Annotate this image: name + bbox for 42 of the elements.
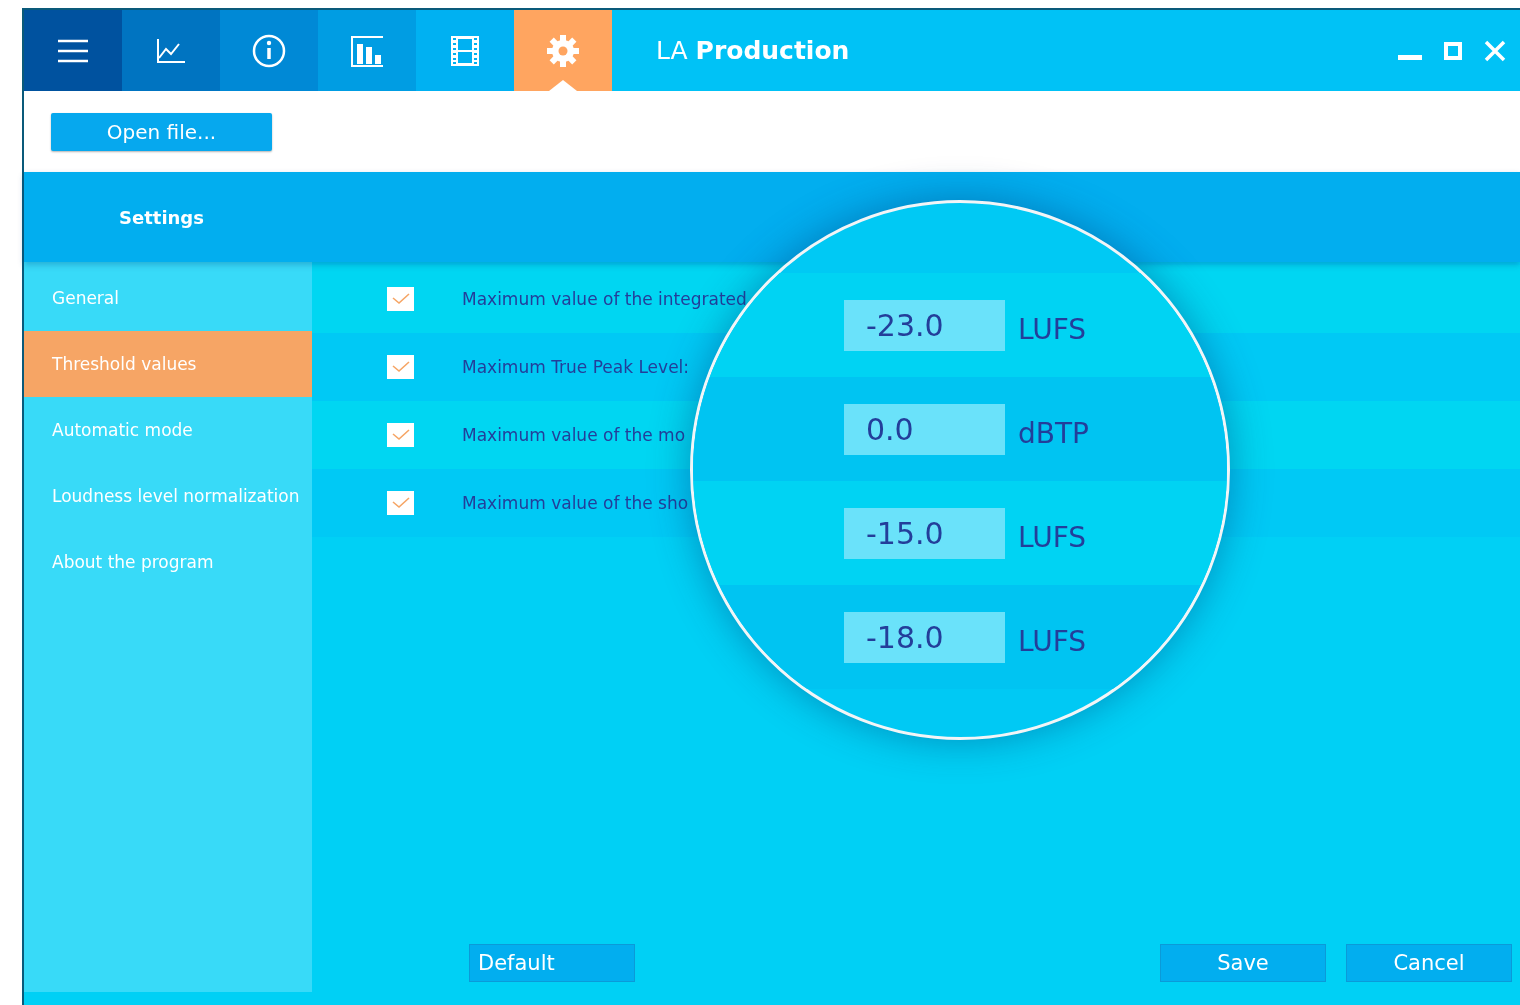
save-button[interactable]: Save xyxy=(1160,944,1326,982)
check-icon xyxy=(391,293,410,305)
section-title: Settings xyxy=(119,206,204,228)
minimize-icon[interactable] xyxy=(1398,54,1422,61)
toolbar-tab[interactable] xyxy=(24,10,122,91)
unit-label: dBTP xyxy=(1018,416,1089,450)
sidebar-item[interactable]: Automatic mode xyxy=(24,397,312,463)
setting-label: Maximum value of the mo xyxy=(462,425,686,445)
checkbox[interactable] xyxy=(387,287,414,311)
check-icon xyxy=(391,429,410,441)
gear-icon xyxy=(546,33,580,68)
value-field[interactable]: -15.0 xyxy=(844,507,1005,559)
app-title: LA Production xyxy=(656,36,851,65)
sidebar-item[interactable]: Threshold values xyxy=(24,331,312,397)
info-icon xyxy=(252,33,286,68)
maximize-icon[interactable] xyxy=(1444,41,1462,60)
unit-label: LUFS xyxy=(1018,312,1087,346)
setting-label: Maximum value of the sho xyxy=(462,493,689,513)
sidebar-item[interactable]: General xyxy=(24,265,312,331)
sidebar-item[interactable]: About the program xyxy=(24,529,312,595)
setting-label: Maximum True Peak Level: xyxy=(462,357,690,377)
cancel-button[interactable]: Cancel xyxy=(1346,944,1512,982)
unit-label: LUFS xyxy=(1018,624,1087,658)
checkbox[interactable] xyxy=(387,355,414,379)
value-field[interactable]: 0.0 xyxy=(844,403,1005,455)
sidebar-item[interactable]: Loudness level normalization xyxy=(24,463,312,529)
checkbox[interactable] xyxy=(387,491,414,515)
value-field[interactable]: -18.0 xyxy=(844,611,1005,663)
open-file-button[interactable]: Open file... xyxy=(51,112,272,151)
close-icon[interactable] xyxy=(1484,39,1506,62)
check-icon xyxy=(391,497,410,509)
toolbar-tab[interactable] xyxy=(220,10,318,91)
checkbox[interactable] xyxy=(387,423,414,447)
unit-label: LUFS xyxy=(1018,520,1087,554)
line-chart-icon xyxy=(156,37,186,64)
menu-icon xyxy=(57,38,89,63)
setting-label: Maximum value of the integrated xyxy=(462,289,747,309)
default-button[interactable]: Default xyxy=(469,944,635,982)
check-icon xyxy=(391,361,410,373)
bar-chart-icon xyxy=(350,34,384,67)
film-icon xyxy=(451,35,479,66)
value-field[interactable]: -23.0 xyxy=(844,299,1005,351)
